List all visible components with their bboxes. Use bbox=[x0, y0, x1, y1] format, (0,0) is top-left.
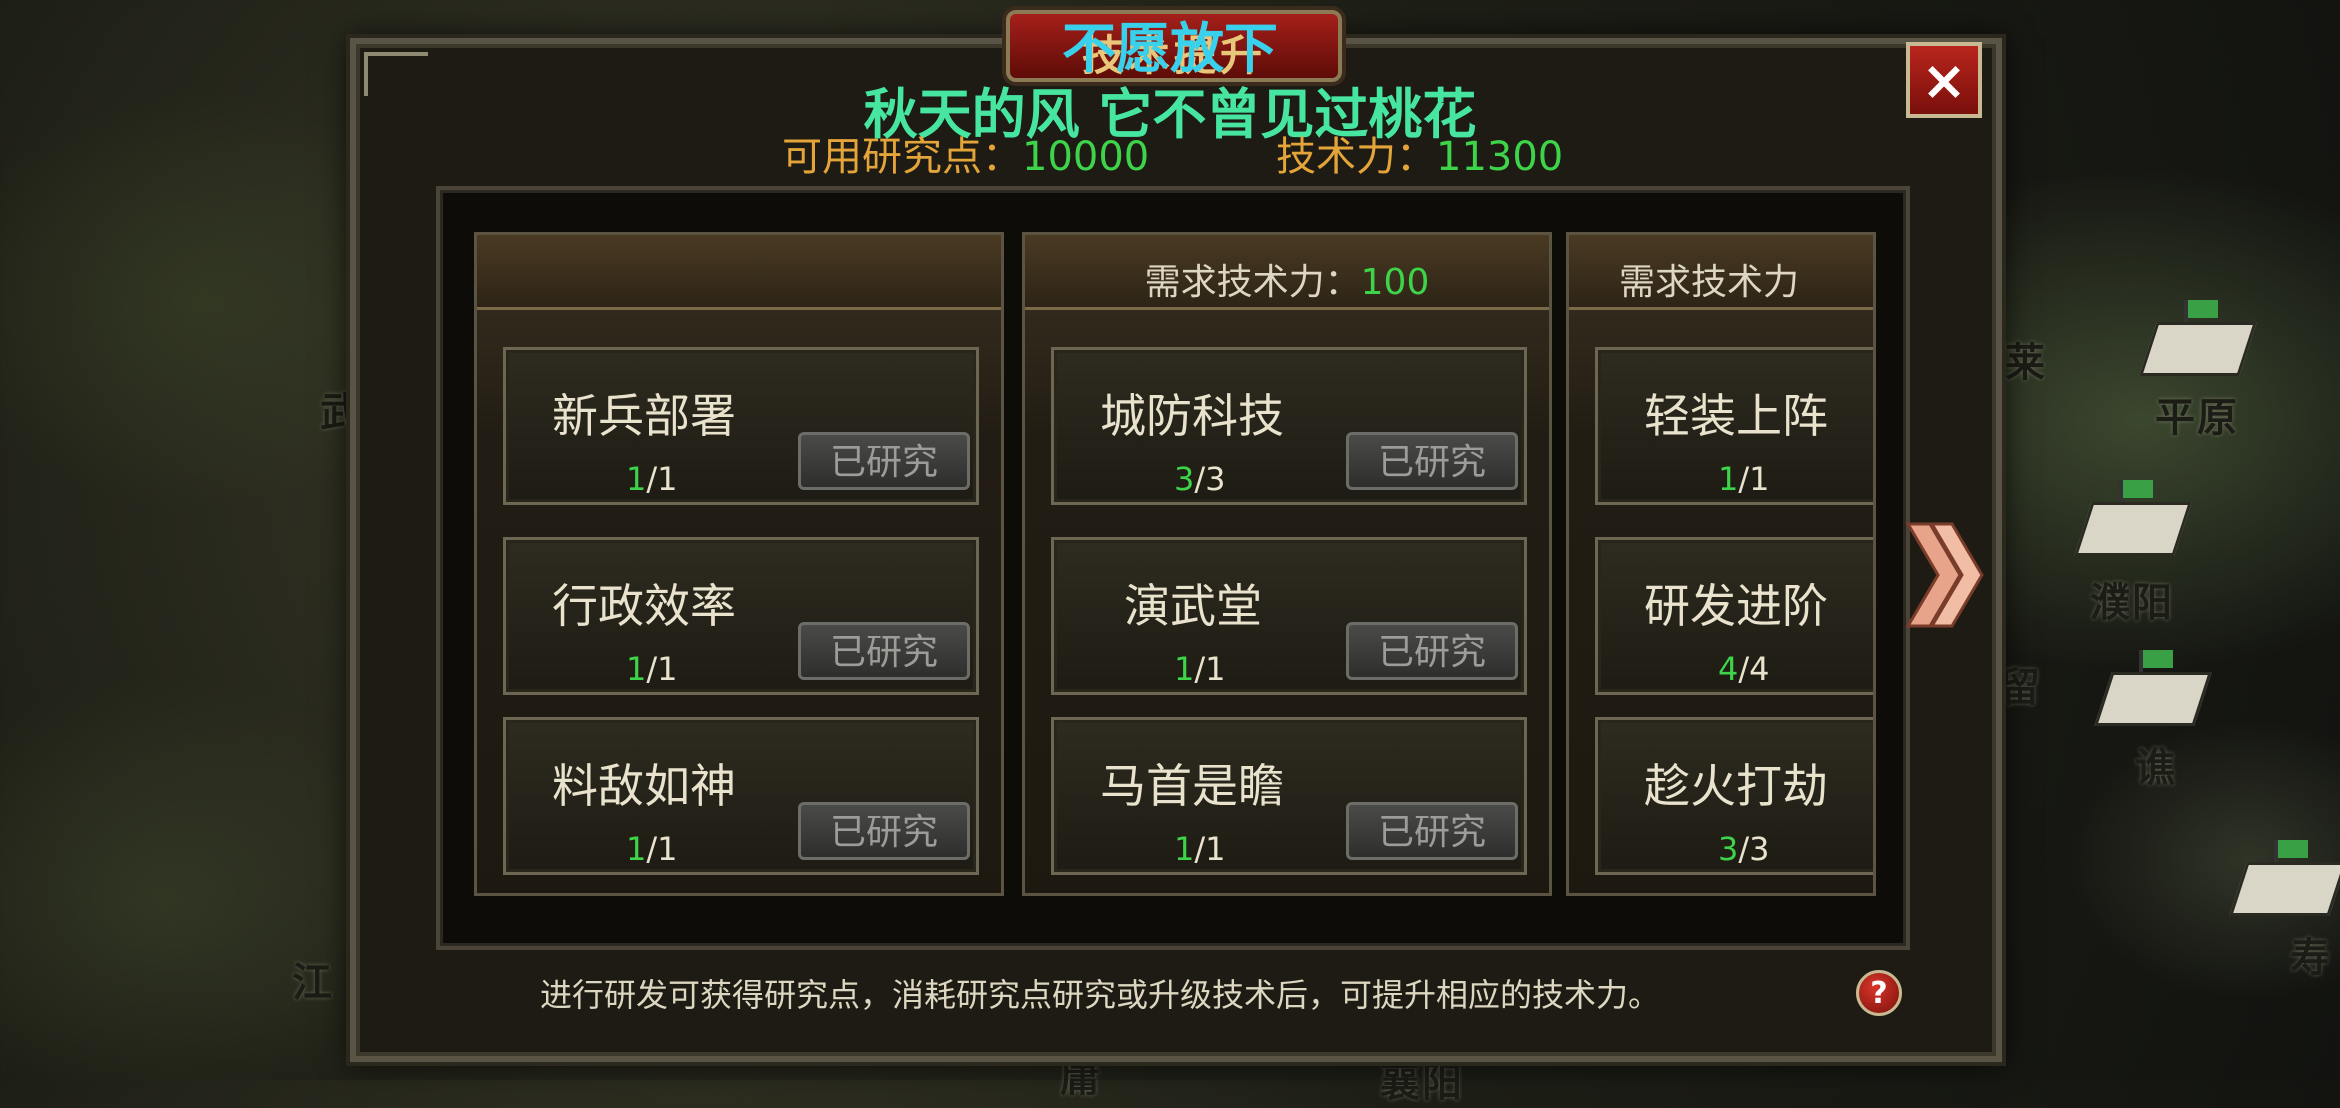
researched-button[interactable]: 已研究 bbox=[1346, 802, 1518, 860]
column-header: 需求技术力 bbox=[1569, 235, 1873, 310]
tech-level: 3/3 bbox=[1718, 830, 1770, 868]
map-city-label: 江 bbox=[292, 960, 334, 1006]
tech-name: 马首是瞻 bbox=[1100, 759, 1284, 813]
tech-level: 1/1 bbox=[626, 830, 678, 868]
tech-column-3: 需求技术力 轻装上阵 1/1 研发进阶 4/4 趁火打劫 3/3 bbox=[1566, 232, 1876, 896]
tech-name: 新兵部署 bbox=[552, 389, 736, 443]
tech-level: 1/1 bbox=[1174, 830, 1226, 868]
research-points-stat: 可用研究点：10000 bbox=[782, 124, 1149, 182]
tech-name: 趁火打劫 bbox=[1644, 759, 1828, 813]
column-header: 需求技术力：100 bbox=[1025, 235, 1549, 310]
tech-level: 1/1 bbox=[626, 650, 678, 688]
tech-level: 3/3 bbox=[1174, 460, 1226, 498]
help-button[interactable]: ? bbox=[1856, 970, 1902, 1016]
tech-name: 城防科技 bbox=[1100, 389, 1284, 443]
researched-button[interactable]: 已研究 bbox=[798, 432, 970, 490]
map-city-icon[interactable] bbox=[2074, 480, 2192, 570]
close-button[interactable]: × bbox=[1906, 42, 1982, 118]
research-points-label: 可用研究点： bbox=[782, 134, 1022, 180]
tech-card[interactable]: 趁火打劫 3/3 bbox=[1595, 717, 1873, 875]
map-city-label: 寿 bbox=[2290, 935, 2332, 981]
tech-card[interactable]: 马首是瞻 1/1 已研究 bbox=[1051, 717, 1527, 875]
close-icon: × bbox=[1921, 48, 1967, 112]
research-points-value: 10000 bbox=[1022, 134, 1150, 180]
map-city-icon[interactable] bbox=[2094, 650, 2212, 740]
tech-level: 1/1 bbox=[1718, 460, 1770, 498]
researched-button[interactable]: 已研究 bbox=[1346, 432, 1518, 490]
tech-requirement: 需求技术力：100 bbox=[1144, 262, 1430, 303]
column-header bbox=[477, 235, 1001, 310]
tech-card[interactable]: 行政效率 1/1 已研究 bbox=[503, 537, 979, 695]
map-city-label: 莱 bbox=[2005, 340, 2047, 386]
map-city-label: 濮阳 bbox=[2090, 580, 2174, 626]
tech-level: 1/1 bbox=[626, 460, 678, 498]
question-icon: ? bbox=[1870, 976, 1888, 1011]
researched-button[interactable]: 已研究 bbox=[798, 802, 970, 860]
tech-card[interactable]: 演武堂 1/1 已研究 bbox=[1051, 537, 1527, 695]
tech-level: 4/4 bbox=[1718, 650, 1770, 688]
researched-button[interactable]: 已研究 bbox=[1346, 622, 1518, 680]
next-page-button[interactable] bbox=[1904, 520, 1984, 630]
map-city-icon[interactable] bbox=[2229, 840, 2340, 930]
tech-card[interactable]: 新兵部署 1/1 已研究 bbox=[503, 347, 979, 505]
tech-power-value: 11300 bbox=[1436, 134, 1564, 180]
researched-button[interactable]: 已研究 bbox=[798, 622, 970, 680]
tech-card[interactable]: 料敌如神 1/1 已研究 bbox=[503, 717, 979, 875]
tech-power-label: 技术力： bbox=[1276, 134, 1436, 180]
double-chevron-right-icon bbox=[1905, 522, 1984, 628]
tech-requirement: 需求技术力 bbox=[1619, 262, 1800, 303]
tech-name: 轻装上阵 bbox=[1644, 389, 1828, 443]
footer-hint: 进行研发可获得研究点，消耗研究点研究或升级技术后，可提升相应的技术力。 bbox=[540, 976, 1661, 1014]
tech-column-2: 需求技术力：100 城防科技 3/3 已研究 演武堂 1/1 已研究 马首是瞻 … bbox=[1022, 232, 1552, 896]
map-city-label: 留 bbox=[2000, 665, 2042, 711]
tech-card[interactable]: 城防科技 3/3 已研究 bbox=[1051, 347, 1527, 505]
map-city-icon[interactable] bbox=[2139, 300, 2257, 390]
tech-name: 料敌如神 bbox=[552, 759, 736, 813]
map-city-label: 平原 bbox=[2155, 395, 2239, 441]
tech-name: 行政效率 bbox=[552, 579, 736, 633]
panel-ornament bbox=[364, 52, 428, 96]
tech-name: 演武堂 bbox=[1124, 579, 1262, 633]
tech-column-1: 新兵部署 1/1 已研究 行政效率 1/1 已研究 料敌如神 1/1 已研究 bbox=[474, 232, 1004, 896]
map-city-label: 谯 bbox=[2135, 745, 2177, 791]
tech-level: 1/1 bbox=[1174, 650, 1226, 688]
tech-name: 研发进阶 bbox=[1644, 579, 1828, 633]
tech-card[interactable]: 轻装上阵 1/1 bbox=[1595, 347, 1873, 505]
tech-power-stat: 技术力：11300 bbox=[1276, 124, 1563, 182]
tech-card[interactable]: 研发进阶 4/4 bbox=[1595, 537, 1873, 695]
